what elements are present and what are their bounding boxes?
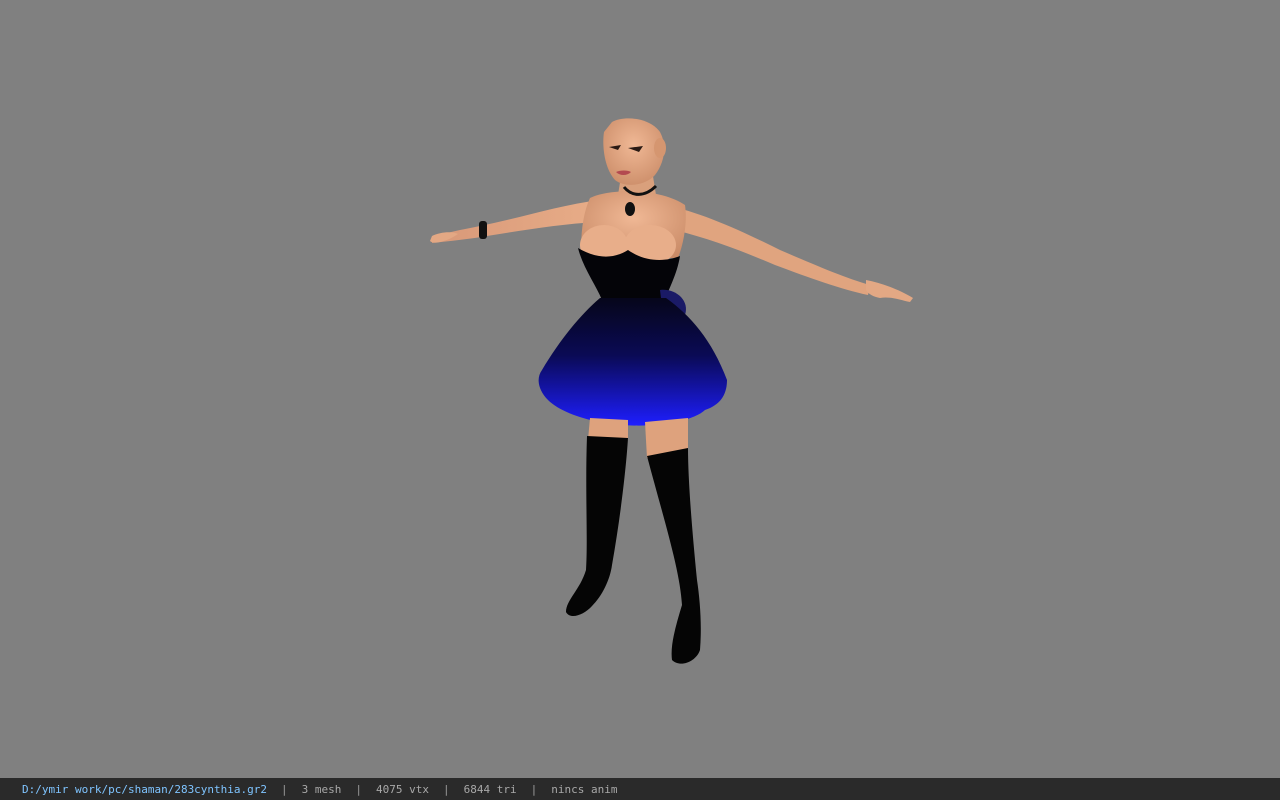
3d-viewport[interactable] — [0, 0, 1280, 778]
right-arm — [665, 205, 870, 295]
separator: | — [281, 782, 288, 796]
status-bar: D:/ymir work/pc/shaman/283cynthia.gr2 | … — [0, 778, 1280, 800]
mesh-count: 3 mesh — [301, 782, 342, 796]
separator: | — [355, 782, 363, 796]
bracelet — [479, 221, 487, 239]
right-hand — [866, 280, 913, 302]
vertex-count: 4075 vtx — [376, 782, 430, 796]
triangle-count: 6844 tri — [463, 782, 517, 796]
character-model[interactable] — [0, 0, 1280, 778]
necklace-pendant — [625, 202, 635, 216]
animation-status: nincs anim — [551, 782, 618, 796]
skirt — [538, 298, 727, 426]
left-arm — [432, 200, 600, 243]
boot-right — [647, 448, 701, 664]
separator: | — [443, 782, 450, 796]
ear — [654, 138, 666, 158]
boot-left — [566, 436, 628, 617]
file-path: D:/ymir work/pc/shaman/283cynthia.gr2 — [22, 782, 268, 796]
separator: | — [530, 782, 538, 796]
